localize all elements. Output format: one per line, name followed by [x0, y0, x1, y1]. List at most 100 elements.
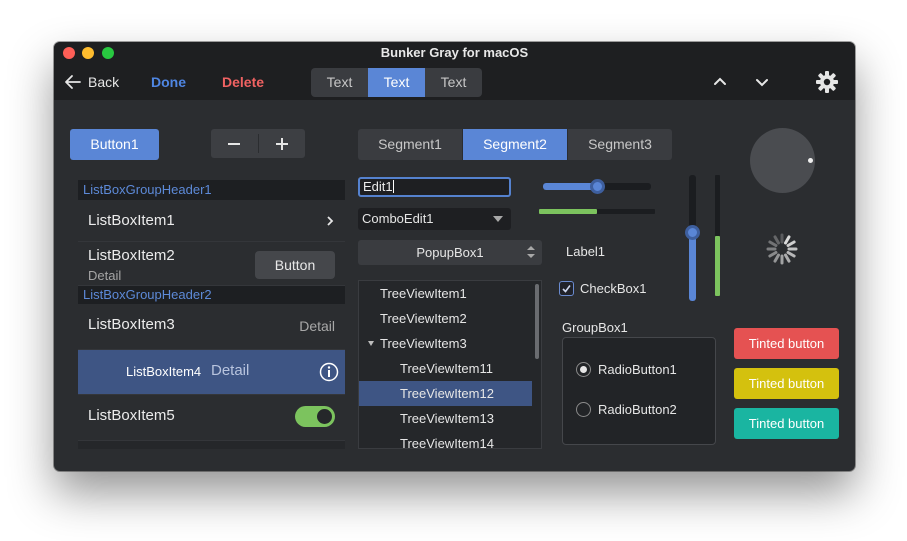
combo-edit[interactable]: ComboEdit1 [358, 208, 511, 230]
tree-item[interactable]: TreeViewItem13 [359, 406, 541, 431]
stepper [211, 129, 305, 158]
listbox-item-button[interactable]: Button [255, 251, 335, 279]
groupbox-title: GroupBox1 [562, 320, 628, 335]
listbox-item-label: ListBoxItem3 [88, 316, 175, 333]
info-icon[interactable] [319, 362, 339, 382]
vslider-thumb[interactable] [685, 224, 700, 240]
toolbar-tab-3[interactable]: Text [425, 68, 482, 97]
listbox-group-header-2: ListBoxGroupHeader2 [78, 286, 345, 304]
tree-item[interactable]: TreeViewItem2 [359, 306, 541, 331]
radio-button-2[interactable]: RadioButton2 [576, 402, 677, 417]
spinner-spoke [773, 235, 780, 245]
spinner-spoke [773, 253, 780, 263]
radio-circle[interactable] [576, 402, 591, 417]
listbox-item-2[interactable]: ListBoxItem2 Detail Button [78, 242, 345, 286]
tinted-button-teal[interactable]: Tinted button [734, 408, 839, 439]
combo-value: ComboEdit1 [362, 211, 434, 226]
tinted-button-yellow[interactable]: Tinted button [734, 368, 839, 399]
gear-icon[interactable] [815, 70, 839, 94]
listbox-item-detail: Detail [211, 362, 250, 379]
delete-button[interactable]: Delete [222, 64, 264, 100]
disclosure-triangle-icon[interactable] [368, 341, 374, 346]
listbox-item-detail: Detail [88, 268, 122, 283]
label1: Label1 [566, 244, 606, 259]
popup-box[interactable]: PopupBox1 [358, 240, 542, 265]
listbox-item-label: ListBoxItem4 [126, 364, 202, 379]
dropdown-arrow-icon[interactable] [493, 216, 503, 222]
radio-label: RadioButton2 [598, 402, 677, 417]
checkbox1[interactable]: CheckBox1 [559, 281, 646, 296]
rotary-knob[interactable] [750, 128, 815, 193]
tree-item[interactable]: TreeViewItem14 [359, 431, 541, 448]
edit1-field[interactable]: Edit1 [358, 177, 511, 197]
done-button[interactable]: Done [151, 64, 186, 100]
toolbar: Back Done Delete Text Text Text [54, 64, 855, 100]
increment-button[interactable] [259, 129, 306, 158]
back-button[interactable]: Back [64, 64, 119, 100]
popup-value: PopupBox1 [416, 245, 484, 260]
listbox-group-header-1: ListBoxGroupHeader1 [78, 180, 345, 200]
minus-icon [228, 142, 241, 145]
chevron-down-icon[interactable] [754, 74, 770, 90]
listbox-item-3[interactable]: ListBoxItem3 Detail [78, 304, 345, 350]
slider-thumb[interactable] [590, 179, 605, 194]
toolbar-tab-1[interactable]: Text [311, 68, 368, 97]
checkbox-box[interactable] [559, 281, 574, 296]
tree-item-selected[interactable]: TreeViewItem12 [359, 381, 532, 406]
spinner-spoke [768, 250, 778, 258]
radio-dot [580, 366, 587, 373]
vprogress-fill [715, 235, 720, 296]
listbox-item-label: ListBoxItem5 [88, 407, 175, 424]
listbox-item-4[interactable]: ListBoxItem4 Detail [78, 350, 345, 395]
spinner-spoke [768, 240, 778, 247]
tree-item-label: TreeViewItem3 [380, 336, 467, 351]
listbox-item-1[interactable]: ListBoxItem1 [78, 200, 345, 242]
toolbar-tabs: Text Text Text [311, 68, 482, 97]
arrow-left-icon [65, 75, 81, 89]
close-window-button[interactable] [63, 47, 75, 59]
listbox-item-label: ListBoxItem1 [88, 212, 175, 229]
spinner-spoke [784, 253, 791, 263]
maximize-window-button[interactable] [102, 47, 114, 59]
spinner-spoke [784, 235, 791, 245]
listbox-item-label: ListBoxItem2 [88, 247, 175, 264]
tree-item-expanded[interactable]: TreeViewItem3 [359, 331, 541, 356]
chevron-right-icon [327, 216, 334, 226]
minimize-window-button[interactable] [82, 47, 94, 59]
edit1-value: Edit1 [363, 179, 393, 194]
title-bar: Bunker Gray for macOS [54, 42, 855, 64]
radio-circle[interactable] [576, 362, 591, 377]
app-window: Bunker Gray for macOS Back Done Delete T… [54, 42, 855, 471]
button1[interactable]: Button1 [70, 129, 159, 160]
checkmark-icon [562, 285, 571, 293]
listbox-item-detail: Detail [299, 318, 335, 334]
groupbox: RadioButton1 RadioButton2 [562, 337, 716, 445]
decrement-button[interactable] [211, 129, 258, 158]
tinted-button-red[interactable]: Tinted button [734, 328, 839, 359]
toggle-knob [317, 409, 332, 424]
plus-icon [275, 137, 288, 150]
spinner-spoke [786, 251, 796, 258]
listbox-item-5[interactable]: ListBoxItem5 [78, 395, 345, 441]
tree-item[interactable]: TreeViewItem11 [359, 356, 541, 381]
knob-indicator [808, 158, 813, 163]
tree-scrollbar[interactable] [535, 284, 539, 359]
toolbar-tab-2[interactable]: Text [368, 68, 425, 97]
radio-button-1[interactable]: RadioButton1 [576, 362, 677, 377]
chevron-up-icon[interactable] [712, 74, 728, 90]
listbox-item-toggle[interactable] [295, 406, 335, 427]
progress-fill [539, 209, 597, 214]
segment-3[interactable]: Segment3 [568, 129, 672, 160]
vslider-fill [689, 231, 696, 301]
slider-fill [543, 183, 597, 190]
tree-item[interactable]: TreeViewItem1 [359, 281, 541, 306]
text-cursor [392, 180, 394, 193]
tree-view[interactable]: TreeViewItem1 TreeViewItem2 TreeViewItem… [358, 280, 542, 449]
segmented-control: Segment1 Segment2 Segment3 [358, 129, 672, 160]
segment-2[interactable]: Segment2 [463, 129, 568, 160]
listbox[interactable]: ListBoxGroupHeader1 ListBoxItem1 ListBox… [78, 180, 345, 449]
window-title: Bunker Gray for macOS [380, 45, 529, 60]
segment-1[interactable]: Segment1 [358, 129, 463, 160]
radio-label: RadioButton1 [598, 362, 677, 377]
activity-spinner-icon [766, 233, 798, 265]
